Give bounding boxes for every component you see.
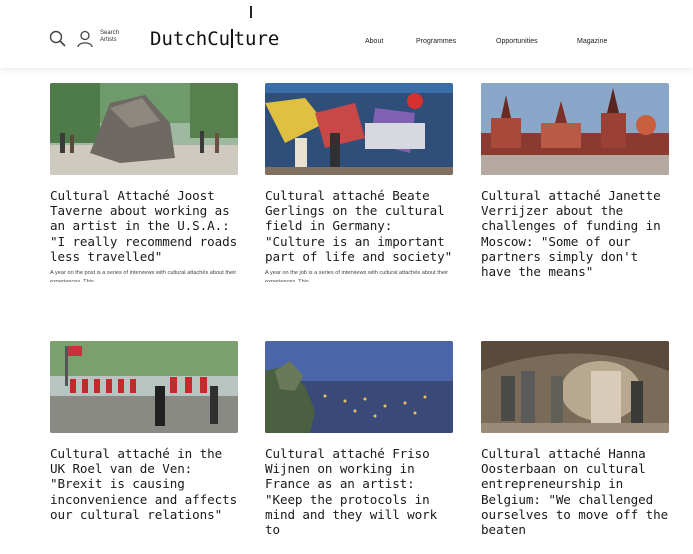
- article-thumbnail[interactable]: [50, 83, 238, 175]
- article-title[interactable]: Cultural attaché Friso Wijnen on working…: [265, 446, 455, 537]
- article-thumbnail[interactable]: [50, 341, 238, 433]
- logo-text-right: ture: [233, 28, 280, 50]
- text-cursor: [250, 6, 252, 18]
- article-title[interactable]: Cultural attaché Hanna Oosterbaan on cul…: [481, 446, 671, 537]
- article-thumbnail[interactable]: [481, 83, 669, 175]
- nav-magazine[interactable]: Magazine: [577, 38, 607, 45]
- article-title[interactable]: Cultural attaché Beate Gerlings on the c…: [265, 188, 455, 264]
- article-card[interactable]: Cultural attaché Hanna Oosterbaan on cul…: [481, 341, 671, 537]
- article-card[interactable]: Cultural attaché Janette Verrijzer about…: [481, 83, 671, 279]
- user-icon[interactable]: [75, 29, 95, 49]
- nav-about[interactable]: About: [365, 38, 383, 45]
- article-title[interactable]: Cultural attaché Janette Verrijzer about…: [481, 188, 671, 279]
- site-header: Search Artists DutchCu ture About Program…: [0, 0, 693, 68]
- logo-divider: [231, 29, 233, 48]
- article-card[interactable]: Cultural attaché Beate Gerlings on the c…: [265, 83, 455, 282]
- article-card[interactable]: Cultural Attaché Joost Taverne about wor…: [50, 83, 240, 282]
- site-logo[interactable]: DutchCu ture: [150, 28, 279, 50]
- article-excerpt: A year on the post is a series of interv…: [50, 270, 237, 283]
- article-thumbnail[interactable]: [265, 83, 453, 175]
- article-excerpt: A year on the job is a series of intervi…: [265, 270, 449, 283]
- article-title[interactable]: Cultural attaché in the UK Roel van de V…: [50, 446, 240, 522]
- article-title[interactable]: Cultural Attaché Joost Taverne about wor…: [50, 188, 240, 264]
- article-card[interactable]: Cultural attaché Friso Wijnen on working…: [265, 341, 455, 537]
- logo-text-left: DutchCu: [150, 28, 231, 50]
- nav-programmes[interactable]: Programmes: [416, 38, 456, 45]
- article-thumbnail[interactable]: [481, 341, 669, 433]
- article-thumbnail[interactable]: [265, 341, 453, 433]
- search-icon[interactable]: [48, 29, 68, 49]
- nav-opportunities[interactable]: Opportunities: [496, 38, 538, 45]
- search-label-line2: Artists: [100, 37, 117, 43]
- article-card[interactable]: Cultural attaché in the UK Roel van de V…: [50, 341, 240, 522]
- search-label-line1: Search: [100, 30, 120, 36]
- search-artists-link[interactable]: Search Artists: [100, 30, 119, 44]
